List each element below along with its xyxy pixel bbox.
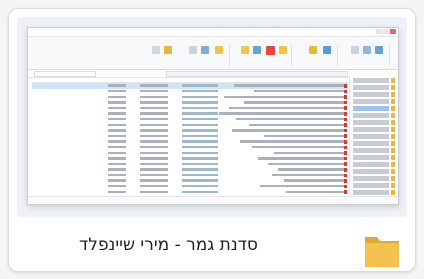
file-list — [32, 76, 348, 196]
window-controls — [375, 29, 396, 35]
navigation-pane — [349, 76, 398, 196]
pdf-file-icon — [344, 167, 347, 172]
window-titlebar — [28, 28, 398, 37]
card-footer: סדנת גמר - מירי שיינפלד — [9, 225, 415, 271]
pdf-file-icon — [344, 156, 347, 161]
folder-card[interactable]: סדנת גמר - מירי שיינפלד — [8, 8, 416, 272]
status-bar — [28, 196, 398, 204]
pdf-file-icon — [344, 184, 347, 189]
pdf-file-icon — [344, 139, 347, 144]
pdf-file-icon — [344, 117, 347, 122]
pdf-file-icon — [344, 134, 347, 138]
pdf-file-icon — [344, 190, 347, 194]
list-header — [32, 76, 348, 83]
folder-preview-thumbnail — [17, 17, 407, 217]
pdf-file-icon — [344, 106, 347, 110]
pdf-file-icon — [344, 123, 347, 127]
maximize-icon — [383, 29, 389, 34]
pdf-file-icon — [344, 128, 347, 133]
minimize-icon — [376, 29, 382, 34]
explorer-window-preview — [27, 27, 399, 205]
pdf-file-icon — [344, 179, 347, 183]
folder-name[interactable]: סדנת גמר - מירי שיינפלד — [79, 235, 359, 255]
table-row — [32, 189, 348, 195]
pdf-file-icon — [344, 89, 347, 94]
pdf-file-icon — [344, 100, 347, 105]
ribbon-group — [183, 44, 230, 67]
pdf-file-icon — [344, 151, 347, 155]
ribbon-group — [235, 44, 292, 67]
ribbon-group — [138, 44, 178, 67]
ribbon-group — [297, 44, 338, 67]
pdf-file-icon — [344, 111, 347, 116]
folder-icon — [365, 237, 399, 267]
pdf-file-icon — [344, 145, 347, 150]
pdf-file-icon — [344, 173, 347, 178]
pdf-file-icon — [344, 95, 347, 99]
pdf-file-icon — [344, 84, 347, 88]
ribbon-group — [343, 44, 390, 67]
pdf-file-icon — [344, 162, 347, 166]
ribbon — [28, 37, 398, 70]
close-icon — [390, 29, 396, 34]
